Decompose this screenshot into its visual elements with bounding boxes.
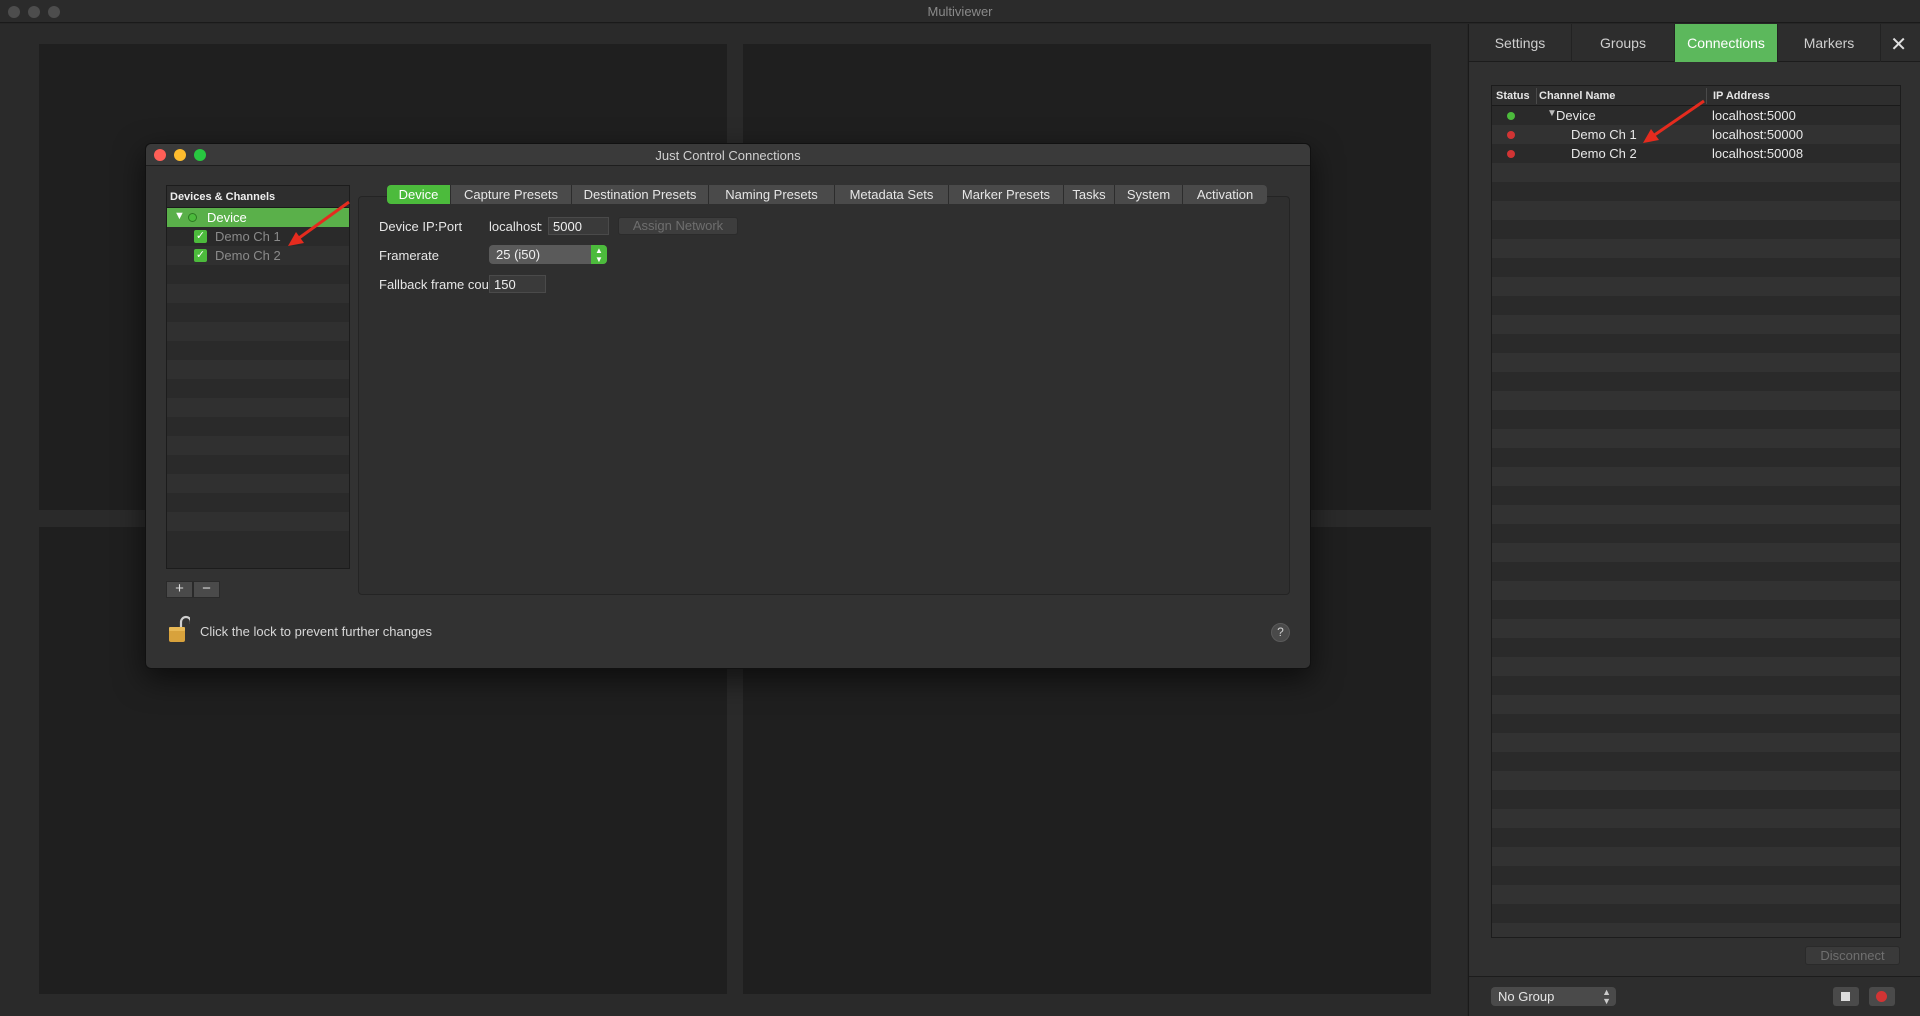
channel-name: Device	[1556, 108, 1596, 123]
tab-settings[interactable]: Settings	[1469, 24, 1572, 62]
devices-rows: ▼ Device ✓ Demo Ch 1 ✓ Demo Ch 2	[167, 208, 349, 550]
tab-capture-presets[interactable]: Capture Presets	[451, 185, 572, 204]
right-panel-tabs: Settings Groups Connections Markers ✕	[1469, 24, 1920, 62]
framerate-value: 25 (i50)	[496, 247, 541, 262]
disclosure-triangle-icon[interactable]: ▼	[174, 210, 185, 222]
tab-activation[interactable]: Activation	[1183, 185, 1267, 204]
dialog-titlebar: Just Control Connections	[146, 144, 1310, 166]
tab-content-panel: Device IP:Port localhost : 5000 Assign N…	[358, 196, 1290, 595]
framerate-label: Framerate	[379, 248, 439, 263]
ip-port-separator: :	[539, 219, 543, 234]
main-window-title: Multiviewer	[927, 4, 993, 19]
column-header-status[interactable]: Status	[1496, 90, 1530, 102]
remove-device-button[interactable]: −	[193, 581, 220, 598]
tab-markers[interactable]: Markers	[1778, 24, 1881, 62]
lock-hint-text: Click the lock to prevent further change…	[200, 624, 432, 639]
group-select[interactable]: No Group ▲ ▼	[1491, 987, 1616, 1006]
framerate-select[interactable]: 25 (i50) ▲ ▼	[489, 245, 607, 264]
tab-tasks[interactable]: Tasks	[1064, 185, 1115, 204]
ip-address: localhost:50000	[1712, 127, 1804, 142]
checkbox-checked-icon[interactable]: ✓	[194, 249, 207, 262]
tab-connections[interactable]: Connections	[1675, 24, 1778, 62]
close-icon[interactable]: ✕	[1890, 32, 1907, 57]
status-dot-red	[1507, 131, 1515, 139]
tab-destination-presets[interactable]: Destination Presets	[572, 185, 709, 204]
table-row[interactable]: Demo Ch 2 localhost:50008	[1492, 144, 1900, 163]
devices-channels-list: Devices & Channels ▼ Device ✓ Demo Ch 1 …	[166, 185, 350, 569]
table-row[interactable]: Demo Ch 1 localhost:50000	[1492, 125, 1900, 144]
channel-label: Demo Ch 1	[215, 229, 281, 244]
tab-system[interactable]: System	[1115, 185, 1183, 204]
tab-metadata-sets[interactable]: Metadata Sets	[835, 185, 949, 204]
tab-device[interactable]: Device	[387, 185, 451, 204]
ip-address: localhost:50008	[1712, 146, 1804, 161]
channel-name: Demo Ch 1	[1571, 127, 1637, 142]
record-button[interactable]	[1869, 987, 1895, 1006]
chevron-updown-icon: ▲ ▼	[591, 245, 607, 264]
channel-name: Demo Ch 2	[1571, 146, 1637, 161]
devices-list-header: Devices & Channels	[167, 186, 349, 208]
fallback-frame-count-input[interactable]: 150	[489, 275, 546, 293]
connections-dialog: Just Control Connections Devices & Chann…	[145, 143, 1311, 669]
right-panel-footer: No Group ▲ ▼	[1469, 976, 1920, 1016]
status-dot-red	[1507, 150, 1515, 158]
tab-marker-presets[interactable]: Marker Presets	[949, 185, 1064, 204]
add-remove-buttons: + −	[166, 581, 220, 598]
checkbox-checked-icon[interactable]: ✓	[194, 230, 207, 243]
stop-button[interactable]	[1833, 987, 1859, 1006]
fallback-frame-count-label: Fallback frame count	[379, 277, 500, 292]
device-label: Device	[207, 210, 247, 225]
connections-rows: ▼ Device localhost:5000 Demo Ch 1 localh…	[1492, 106, 1900, 937]
chevron-updown-icon: ▲ ▼	[1602, 987, 1611, 1006]
record-icon	[1876, 991, 1887, 1002]
table-row[interactable]: ▼ Device localhost:5000	[1492, 106, 1900, 125]
tab-naming-presets[interactable]: Naming Presets	[709, 185, 835, 204]
help-button[interactable]: ?	[1271, 623, 1290, 642]
column-header-channel-name[interactable]: Channel Name	[1539, 90, 1615, 102]
column-header-ip-address[interactable]: IP Address	[1713, 90, 1770, 102]
group-select-value: No Group	[1498, 989, 1555, 1004]
port-input[interactable]: 5000	[548, 217, 609, 235]
device-ip-port-label: Device IP:Port	[379, 219, 463, 234]
disconnect-button[interactable]: Disconnect	[1805, 946, 1900, 965]
ip-address: localhost:5000	[1712, 108, 1796, 123]
list-item-device[interactable]: ▼ Device	[167, 208, 349, 227]
right-panel: Settings Groups Connections Markers ✕ St…	[1468, 24, 1920, 1016]
host-value: localhost	[489, 219, 541, 234]
list-item-channel[interactable]: ✓ Demo Ch 1	[167, 227, 349, 246]
channel-label: Demo Ch 2	[215, 248, 281, 263]
add-device-button[interactable]: +	[166, 581, 193, 598]
unlocked-lock-icon[interactable]	[168, 615, 190, 643]
status-dot-green	[188, 213, 197, 222]
list-item-channel[interactable]: ✓ Demo Ch 2	[167, 246, 349, 265]
stop-icon	[1841, 992, 1850, 1001]
dialog-title: Just Control Connections	[655, 148, 801, 163]
connections-table-header: Status Channel Name IP Address	[1492, 86, 1900, 106]
main-titlebar: Multiviewer	[0, 0, 1920, 23]
status-dot-green	[1507, 112, 1515, 120]
assign-network-button[interactable]: Assign Network	[618, 217, 738, 235]
tab-groups[interactable]: Groups	[1572, 24, 1675, 62]
connections-table: Status Channel Name IP Address ▼ Device …	[1491, 85, 1901, 938]
